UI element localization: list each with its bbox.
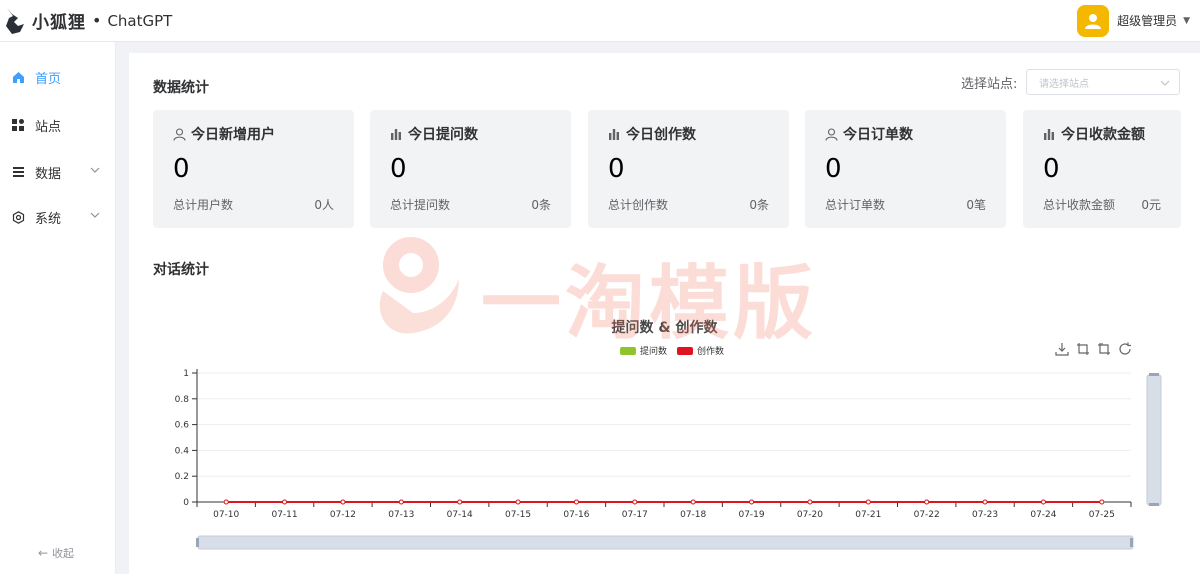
x-tick-label: 07-25 bbox=[1089, 510, 1115, 520]
data-point bbox=[865, 499, 871, 505]
x-tick-label: 07-22 bbox=[914, 510, 940, 520]
sidebar: 首页 站点 数据 系统 ← 收起 bbox=[0, 42, 116, 574]
sidebar-item-system[interactable]: 系统 bbox=[0, 205, 116, 229]
x-tick-label: 07-14 bbox=[447, 510, 473, 520]
x-tick-label: 07-12 bbox=[330, 510, 356, 520]
sidebar-item-data[interactable]: 数据 bbox=[0, 160, 116, 184]
x-tick-label: 07-10 bbox=[213, 510, 239, 520]
x-tick-label: 07-13 bbox=[388, 510, 414, 520]
x-tick-label: 07-18 bbox=[680, 510, 706, 520]
sidebar-item-home[interactable]: 首页 bbox=[0, 65, 116, 89]
y-tick-label: 0.8 bbox=[175, 395, 190, 405]
brand-subtitle: ChatGPT bbox=[107, 11, 173, 30]
y-tick-label: 0.6 bbox=[175, 421, 190, 431]
data-point bbox=[398, 499, 404, 505]
data-point bbox=[924, 499, 930, 505]
brand-separator: • bbox=[92, 11, 102, 30]
user-menu[interactable]: 超级管理员 ▼ bbox=[1077, 4, 1200, 37]
data-point bbox=[1040, 499, 1046, 505]
main-content: 数据统计 选择站点: 请选择站点 今日新增用户 0 总计用户数 0人 今日提问数… bbox=[129, 53, 1200, 574]
x-tick-label: 07-21 bbox=[855, 510, 881, 520]
sidebar-collapse-button[interactable]: ← 收起 bbox=[38, 545, 74, 561]
x-tick-label: 07-16 bbox=[563, 510, 589, 520]
home-icon bbox=[11, 70, 25, 84]
x-tick-label: 07-23 bbox=[972, 510, 998, 520]
x-zoom-handle bbox=[1130, 538, 1133, 547]
x-tick-label: 07-19 bbox=[738, 510, 764, 520]
arrow-left-icon: ← bbox=[38, 546, 49, 560]
y-tick-label: 0.2 bbox=[175, 472, 189, 482]
collapse-label: 收起 bbox=[52, 547, 75, 560]
avatar[interactable] bbox=[1077, 4, 1110, 37]
fox-logo-icon bbox=[6, 7, 24, 34]
user-name: 超级管理员 bbox=[1117, 14, 1178, 28]
y-tick-label: 0 bbox=[183, 498, 189, 508]
data-point bbox=[690, 499, 696, 505]
sidebar-item-sites[interactable]: 站点 bbox=[0, 113, 116, 137]
data-point bbox=[223, 499, 229, 505]
data-point bbox=[515, 499, 521, 505]
data-point bbox=[749, 499, 755, 505]
data-point bbox=[340, 499, 346, 505]
x-tick-label: 07-11 bbox=[271, 510, 297, 520]
chevron-down-icon bbox=[90, 167, 100, 173]
x-tick-label: 07-15 bbox=[505, 510, 531, 520]
data-point bbox=[807, 499, 813, 505]
y-tick-label: 1 bbox=[183, 369, 189, 379]
data-point bbox=[282, 499, 288, 505]
x-zoom-slider bbox=[197, 535, 1134, 550]
x-zoom-handle bbox=[196, 538, 199, 547]
sidebar-item-label: 系统 bbox=[35, 211, 62, 227]
brand-name: 小狐狸 bbox=[32, 13, 86, 33]
x-tick-label: 07-20 bbox=[797, 510, 823, 520]
grid-icon bbox=[11, 118, 25, 132]
list-icon bbox=[11, 165, 25, 179]
y-tick-label: 0.4 bbox=[175, 446, 190, 456]
sidebar-item-label: 数据 bbox=[35, 166, 62, 182]
data-point bbox=[573, 499, 579, 505]
caret-down-icon[interactable]: ▼ bbox=[1183, 16, 1190, 26]
x-tick-label: 07-17 bbox=[622, 510, 648, 520]
user-avatar-icon bbox=[1085, 13, 1102, 29]
y-zoom-slider bbox=[1146, 374, 1162, 506]
chevron-down-icon bbox=[90, 212, 100, 218]
data-point bbox=[632, 499, 638, 505]
gear-icon bbox=[11, 210, 25, 224]
brand-logo[interactable]: 小狐狸 • ChatGPT bbox=[0, 6, 172, 36]
sidebar-item-label: 首页 bbox=[35, 71, 62, 87]
sidebar-item-label: 站点 bbox=[35, 119, 62, 135]
data-point bbox=[1099, 499, 1105, 505]
y-zoom-handle bbox=[1149, 373, 1159, 376]
y-zoom-handle bbox=[1149, 503, 1159, 506]
top-header: 小狐狸 • ChatGPT 超级管理员 ▼ bbox=[0, 0, 1200, 42]
x-tick-label: 07-24 bbox=[1030, 510, 1056, 520]
data-point bbox=[457, 499, 463, 505]
data-point bbox=[982, 499, 988, 505]
line-chart: 0 0.2 0.4 0.6 0.8 1 07-10 07-11 07-12 07-13 07-14 0… bbox=[175, 369, 1162, 550]
